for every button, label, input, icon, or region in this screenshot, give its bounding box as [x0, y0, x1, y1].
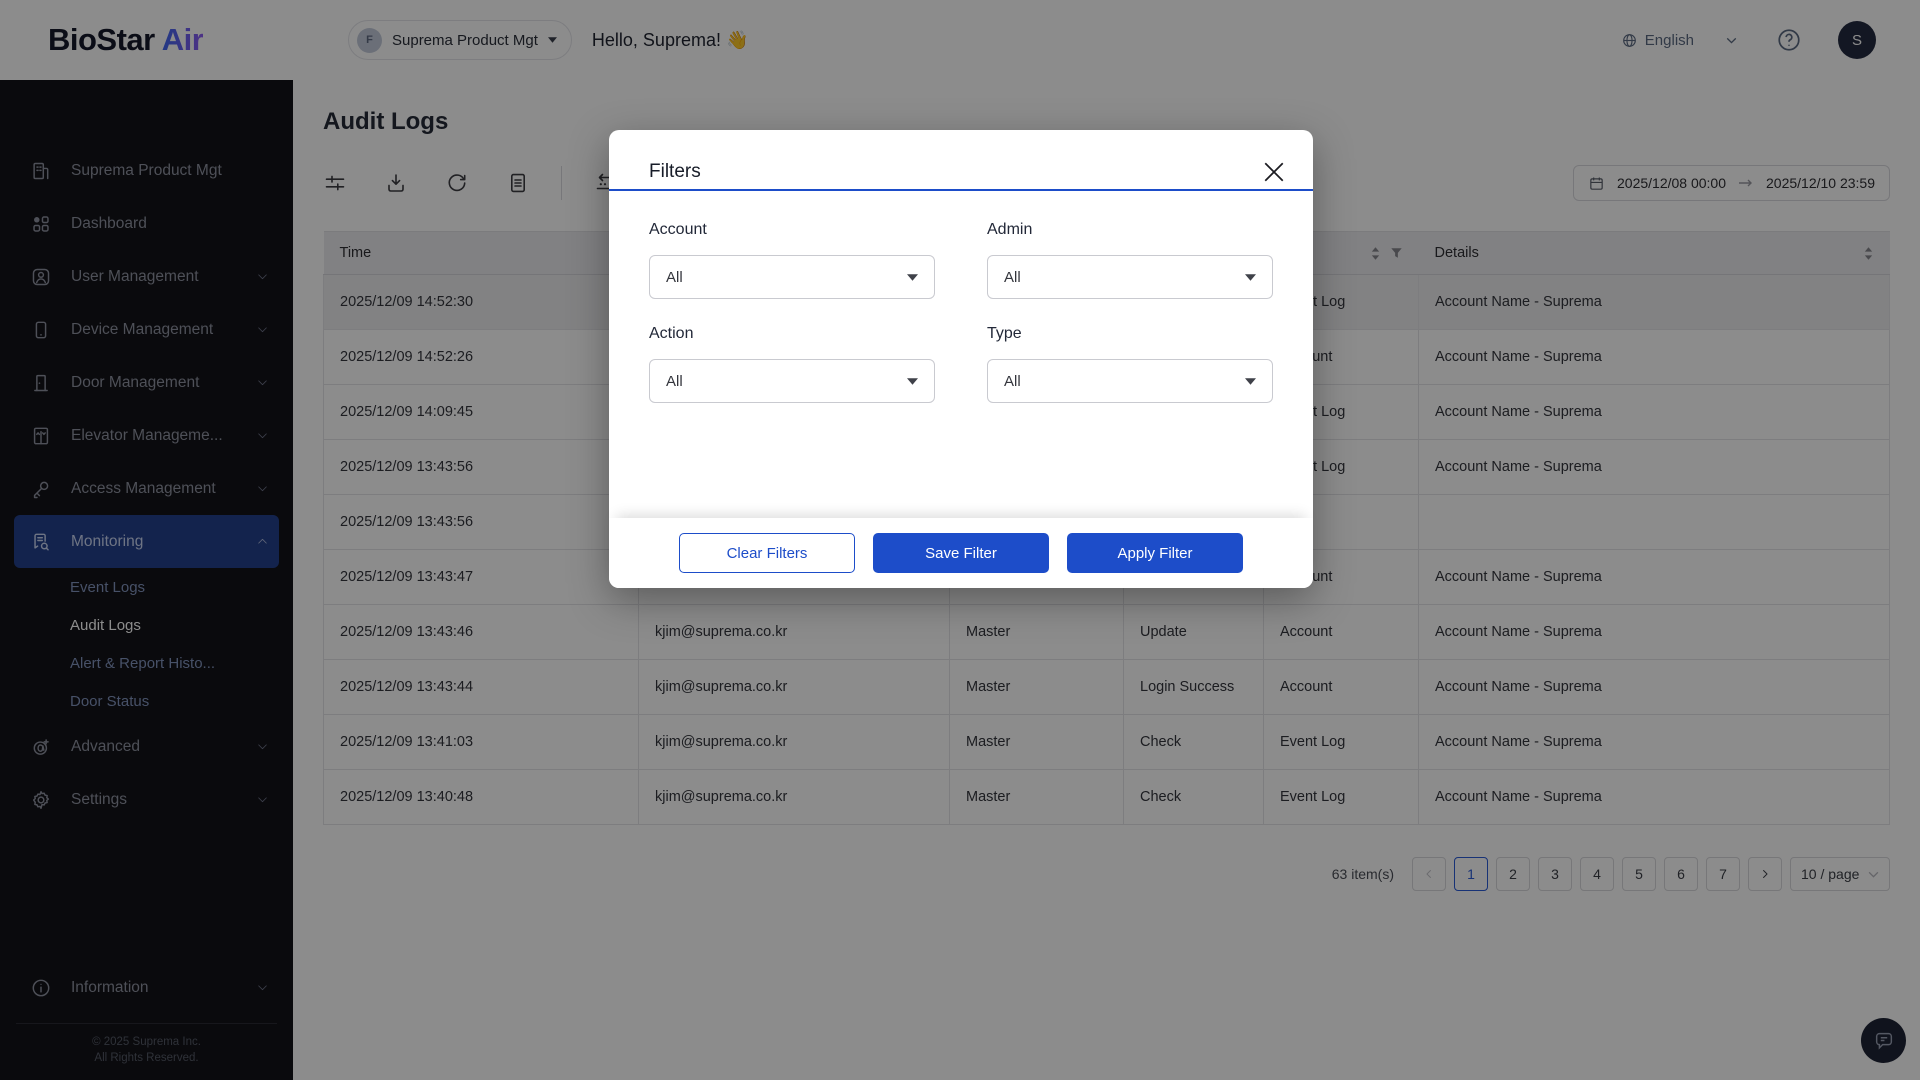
action-select[interactable]: All	[649, 359, 935, 403]
filter-field-action: Action All	[649, 325, 935, 403]
modal-footer: Clear Filters Save Filter Apply Filter	[609, 518, 1313, 588]
close-button[interactable]	[1259, 156, 1291, 188]
caret-down-icon	[907, 274, 918, 281]
close-icon	[1259, 157, 1289, 187]
clear-filters-button[interactable]: Clear Filters	[679, 533, 855, 573]
filter-field-admin: Admin All	[987, 221, 1273, 299]
caret-down-icon	[907, 378, 918, 385]
save-filter-button[interactable]: Save Filter	[873, 533, 1049, 573]
caret-down-icon	[1245, 274, 1256, 281]
app-root: BioStar Air F Suprema Product Mgt Hello,…	[0, 0, 1920, 1080]
admin-select[interactable]: All	[987, 255, 1273, 299]
modal-title: Filters	[649, 161, 701, 183]
modal-body: Account All Admin All Action All	[609, 191, 1313, 403]
filters-modal: Filters Account All Admin All	[609, 130, 1313, 588]
type-select[interactable]: All	[987, 359, 1273, 403]
modal-header: Filters	[609, 130, 1313, 191]
account-select[interactable]: All	[649, 255, 935, 299]
caret-down-icon	[1245, 378, 1256, 385]
filter-field-type: Type All	[987, 325, 1273, 403]
apply-filter-button[interactable]: Apply Filter	[1067, 533, 1243, 573]
filter-field-account: Account All	[649, 221, 935, 299]
